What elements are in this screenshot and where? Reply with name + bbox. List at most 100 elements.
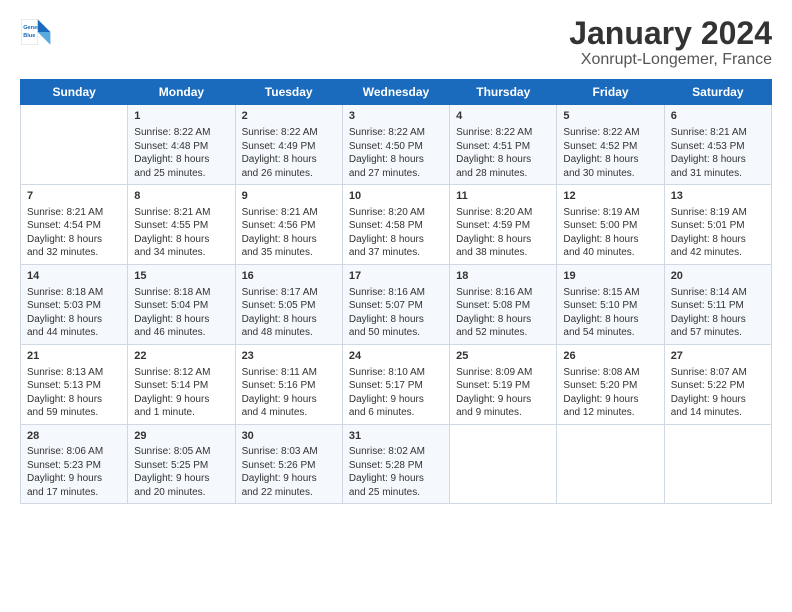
day-number: 28 bbox=[27, 429, 121, 444]
day-info-line: Sunset: 5:23 PM bbox=[27, 459, 121, 473]
day-info-line: Daylight: 8 hours bbox=[242, 233, 336, 247]
day-info-line: Sunrise: 8:02 AM bbox=[349, 445, 443, 459]
calendar-cell: 21Sunrise: 8:13 AMSunset: 5:13 PMDayligh… bbox=[21, 344, 128, 424]
calendar-cell: 6Sunrise: 8:21 AMSunset: 4:53 PMDaylight… bbox=[664, 105, 771, 185]
day-info-line: Daylight: 8 hours bbox=[563, 153, 657, 167]
day-info-line: Daylight: 8 hours bbox=[671, 153, 765, 167]
calendar-cell: 5Sunrise: 8:22 AMSunset: 4:52 PMDaylight… bbox=[557, 105, 664, 185]
day-info-line: and 22 minutes. bbox=[242, 486, 336, 500]
day-info-line: Sunset: 4:59 PM bbox=[456, 219, 550, 233]
calendar-cell: 9Sunrise: 8:21 AMSunset: 4:56 PMDaylight… bbox=[235, 185, 342, 265]
day-info-line: Daylight: 8 hours bbox=[349, 233, 443, 247]
day-info-line: Daylight: 9 hours bbox=[349, 393, 443, 407]
day-info-line: Sunrise: 8:11 AM bbox=[242, 366, 336, 380]
calendar-cell: 10Sunrise: 8:20 AMSunset: 4:58 PMDayligh… bbox=[342, 185, 449, 265]
day-info-line: Sunrise: 8:21 AM bbox=[671, 126, 765, 140]
day-number: 19 bbox=[563, 269, 657, 284]
day-info-line: Sunset: 5:03 PM bbox=[27, 299, 121, 313]
calendar-cell: 17Sunrise: 8:16 AMSunset: 5:07 PMDayligh… bbox=[342, 264, 449, 344]
day-info-line: Sunset: 5:17 PM bbox=[349, 379, 443, 393]
calendar-cell: 19Sunrise: 8:15 AMSunset: 5:10 PMDayligh… bbox=[557, 264, 664, 344]
header-thursday: Thursday bbox=[450, 80, 557, 105]
day-number: 3 bbox=[349, 109, 443, 124]
day-info-line: Daylight: 8 hours bbox=[242, 313, 336, 327]
day-info-line: and 20 minutes. bbox=[134, 486, 228, 500]
calendar-cell: 12Sunrise: 8:19 AMSunset: 5:00 PMDayligh… bbox=[557, 185, 664, 265]
day-info-line: and 59 minutes. bbox=[27, 406, 121, 420]
day-number: 29 bbox=[134, 429, 228, 444]
calendar-cell: 26Sunrise: 8:08 AMSunset: 5:20 PMDayligh… bbox=[557, 344, 664, 424]
calendar-cell: 29Sunrise: 8:05 AMSunset: 5:25 PMDayligh… bbox=[128, 424, 235, 504]
day-info-line: Daylight: 9 hours bbox=[242, 393, 336, 407]
day-info-line: Sunrise: 8:18 AM bbox=[27, 286, 121, 300]
day-number: 10 bbox=[349, 189, 443, 204]
day-info-line: and 25 minutes. bbox=[349, 486, 443, 500]
day-number: 1 bbox=[134, 109, 228, 124]
day-info-line: Daylight: 9 hours bbox=[349, 472, 443, 486]
day-info-line: Sunrise: 8:21 AM bbox=[134, 206, 228, 220]
week-row-1: 7Sunrise: 8:21 AMSunset: 4:54 PMDaylight… bbox=[21, 185, 772, 265]
day-info-line: and 38 minutes. bbox=[456, 246, 550, 260]
day-info-line: Sunrise: 8:22 AM bbox=[563, 126, 657, 140]
day-info-line: Sunset: 5:11 PM bbox=[671, 299, 765, 313]
page: General Blue January 2024 Xonrupt-Longem… bbox=[0, 0, 792, 612]
calendar-header: Sunday Monday Tuesday Wednesday Thursday… bbox=[21, 80, 772, 105]
day-info-line: Sunset: 4:50 PM bbox=[349, 140, 443, 154]
calendar-cell: 28Sunrise: 8:06 AMSunset: 5:23 PMDayligh… bbox=[21, 424, 128, 504]
day-info-line: and 14 minutes. bbox=[671, 406, 765, 420]
calendar-cell: 13Sunrise: 8:19 AMSunset: 5:01 PMDayligh… bbox=[664, 185, 771, 265]
day-info-line: Sunrise: 8:10 AM bbox=[349, 366, 443, 380]
day-info-line: and 35 minutes. bbox=[242, 246, 336, 260]
calendar-table: Sunday Monday Tuesday Wednesday Thursday… bbox=[20, 79, 772, 504]
day-info-line: Sunset: 5:13 PM bbox=[27, 379, 121, 393]
day-info-line: and 48 minutes. bbox=[242, 326, 336, 340]
day-info-line: and 6 minutes. bbox=[349, 406, 443, 420]
calendar-cell: 3Sunrise: 8:22 AMSunset: 4:50 PMDaylight… bbox=[342, 105, 449, 185]
day-info-line: Sunset: 5:28 PM bbox=[349, 459, 443, 473]
day-info-line: Sunrise: 8:15 AM bbox=[563, 286, 657, 300]
day-info-line: Sunset: 4:53 PM bbox=[671, 140, 765, 154]
day-number: 25 bbox=[456, 349, 550, 364]
logo-icon: General Blue bbox=[20, 16, 52, 48]
day-info-line: Sunrise: 8:12 AM bbox=[134, 366, 228, 380]
svg-text:General: General bbox=[23, 25, 44, 31]
header-tuesday: Tuesday bbox=[235, 80, 342, 105]
calendar-cell: 16Sunrise: 8:17 AMSunset: 5:05 PMDayligh… bbox=[235, 264, 342, 344]
calendar-cell: 11Sunrise: 8:20 AMSunset: 4:59 PMDayligh… bbox=[450, 185, 557, 265]
day-info-line: Sunset: 5:20 PM bbox=[563, 379, 657, 393]
header-friday: Friday bbox=[557, 80, 664, 105]
header-monday: Monday bbox=[128, 80, 235, 105]
day-info-line: and 57 minutes. bbox=[671, 326, 765, 340]
header-saturday: Saturday bbox=[664, 80, 771, 105]
day-info-line: Sunrise: 8:03 AM bbox=[242, 445, 336, 459]
day-info-line: and 40 minutes. bbox=[563, 246, 657, 260]
day-number: 4 bbox=[456, 109, 550, 124]
day-info-line: and 37 minutes. bbox=[349, 246, 443, 260]
day-info-line: Sunrise: 8:06 AM bbox=[27, 445, 121, 459]
day-info-line: Sunrise: 8:20 AM bbox=[349, 206, 443, 220]
day-info-line: and 32 minutes. bbox=[27, 246, 121, 260]
calendar-cell: 2Sunrise: 8:22 AMSunset: 4:49 PMDaylight… bbox=[235, 105, 342, 185]
week-row-0: 1Sunrise: 8:22 AMSunset: 4:48 PMDaylight… bbox=[21, 105, 772, 185]
day-info-line: and 26 minutes. bbox=[242, 167, 336, 181]
day-info-line: Daylight: 8 hours bbox=[349, 153, 443, 167]
logo: General Blue bbox=[20, 16, 52, 48]
day-info-line: Sunrise: 8:21 AM bbox=[242, 206, 336, 220]
day-info-line: Sunrise: 8:22 AM bbox=[456, 126, 550, 140]
day-number: 14 bbox=[27, 269, 121, 284]
week-row-4: 28Sunrise: 8:06 AMSunset: 5:23 PM Dayligh… bbox=[21, 424, 772, 504]
day-info-line: Daylight: 8 hours bbox=[563, 313, 657, 327]
day-info-line: and 31 minutes. bbox=[671, 167, 765, 181]
calendar-cell: 15Sunrise: 8:18 AMSunset: 5:04 PMDayligh… bbox=[128, 264, 235, 344]
header-row: Sunday Monday Tuesday Wednesday Thursday… bbox=[21, 80, 772, 105]
day-info-line: and 42 minutes. bbox=[671, 246, 765, 260]
day-number: 15 bbox=[134, 269, 228, 284]
day-info-line: and 30 minutes. bbox=[563, 167, 657, 181]
day-number: 7 bbox=[27, 189, 121, 204]
day-info-line: Sunrise: 8:21 AM bbox=[27, 206, 121, 220]
day-info-line: Sunrise: 8:08 AM bbox=[563, 366, 657, 380]
day-info-line: Sunset: 5:14 PM bbox=[134, 379, 228, 393]
calendar-cell: 31Sunrise: 8:02 AMSunset: 5:28 PMDayligh… bbox=[342, 424, 449, 504]
day-info-line: Daylight: 8 hours bbox=[456, 233, 550, 247]
day-info-line: Daylight: 8 hours bbox=[27, 233, 121, 247]
